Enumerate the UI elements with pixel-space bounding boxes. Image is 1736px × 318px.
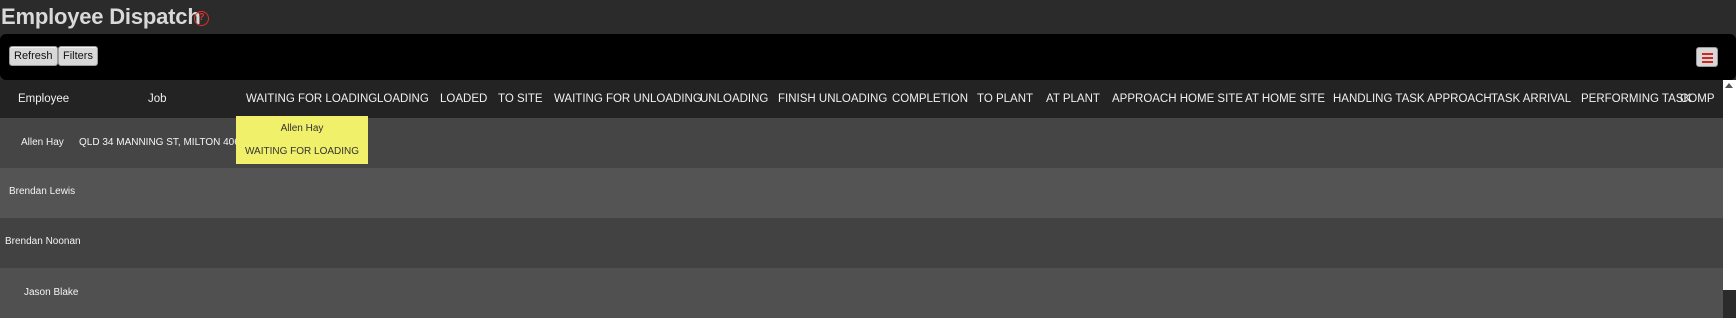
card-employee-name: Allen Hay: [280, 123, 324, 134]
card-status: WAITING FOR LOADING: [244, 146, 360, 157]
hamburger-menu-icon[interactable]: [1696, 47, 1718, 67]
table-row[interactable]: Brendan Lewis: [0, 168, 1723, 218]
refresh-button[interactable]: Refresh: [9, 46, 58, 66]
column-header-row: Employee Job WAITING FOR LOADING LOADING…: [0, 80, 1736, 118]
table-row[interactable]: Jason Blake: [0, 268, 1723, 318]
column-header-waiting-for-unloading[interactable]: WAITING FOR UNLOADING: [554, 93, 702, 105]
column-header-at-home-site[interactable]: AT HOME SITE: [1245, 93, 1325, 105]
column-header-at-plant[interactable]: AT PLANT: [1046, 93, 1100, 105]
column-header-approach-home-site[interactable]: APPROACH HOME SITE: [1112, 93, 1243, 105]
filters-button[interactable]: Filters: [58, 46, 98, 66]
column-header-finish-unloading[interactable]: FINISH UNLOADING: [778, 93, 887, 105]
column-header-waiting-for-loading[interactable]: WAITING FOR LOADING: [246, 93, 377, 105]
column-header-loaded[interactable]: LOADED: [440, 93, 487, 105]
column-header-to-plant[interactable]: TO PLANT: [977, 93, 1033, 105]
column-header-to-site[interactable]: TO SITE: [498, 93, 543, 105]
job-address: QLD 34 MANNING ST, MILTON 4064: [79, 137, 246, 148]
column-header-loading[interactable]: LOADING: [377, 93, 429, 105]
column-header-completion-2[interactable]: COMP: [1680, 93, 1715, 105]
page-header: Employee Dispatch ?: [0, 0, 1736, 34]
column-header-unloading[interactable]: UNLOADING: [700, 93, 768, 105]
employee-name: Brendan Noonan: [5, 236, 81, 247]
vertical-scrollbar[interactable]: [1723, 80, 1736, 290]
employee-name: Allen Hay: [21, 137, 64, 148]
column-header-performing-task[interactable]: PERFORMING TASK: [1581, 93, 1691, 105]
column-header-completion[interactable]: COMPLETION: [892, 93, 968, 105]
page-title: Employee Dispatch: [1, 4, 201, 29]
dispatch-status-card[interactable]: Allen Hay WAITING FOR LOADING: [236, 116, 368, 164]
column-header-handling-task-approach[interactable]: HANDLING TASK APPROACH: [1333, 93, 1492, 105]
employee-name: Brendan Lewis: [9, 186, 76, 197]
help-circle-icon[interactable]: ?: [194, 11, 209, 26]
dispatch-grid: Employee Job WAITING FOR LOADING LOADING…: [0, 80, 1736, 318]
column-header-employee[interactable]: Employee: [18, 93, 69, 105]
toolbar: Refresh Filters: [0, 34, 1736, 80]
table-row[interactable]: Brendan Noonan: [0, 218, 1723, 268]
column-header-task-arrival[interactable]: TASK ARRIVAL: [1491, 93, 1571, 105]
column-header-job[interactable]: Job: [148, 93, 167, 105]
scroll-up-arrow-icon[interactable]: [1725, 83, 1733, 88]
employee-name: Jason Blake: [24, 287, 79, 298]
